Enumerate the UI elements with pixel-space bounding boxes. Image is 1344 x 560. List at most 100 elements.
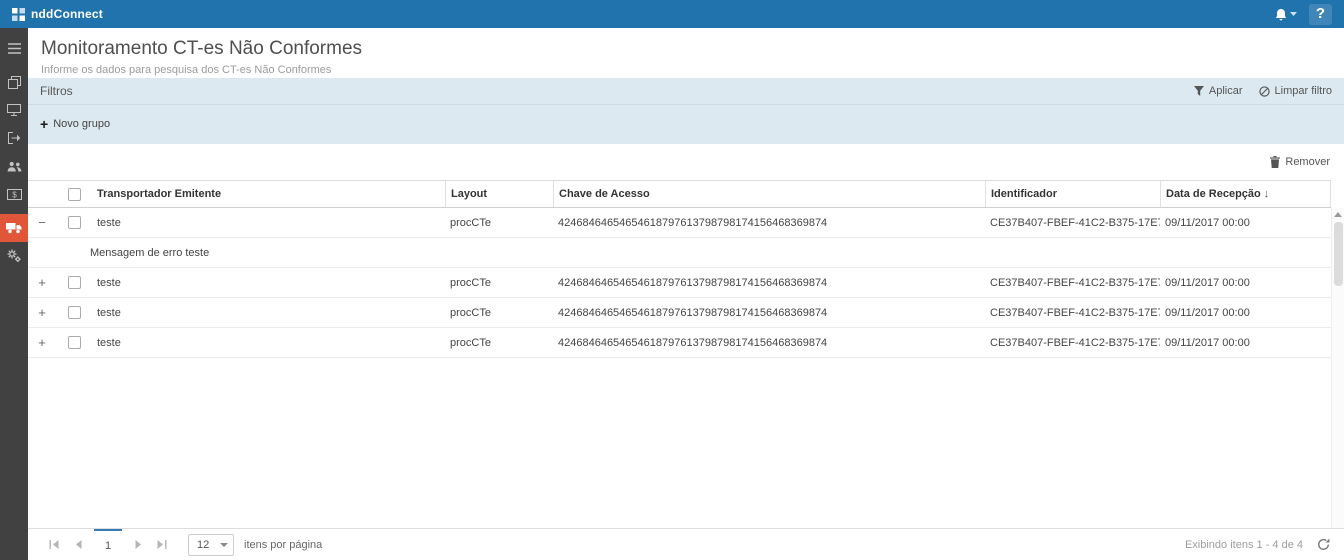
bell-icon: [1275, 8, 1287, 21]
cell-layout: procCTe: [445, 208, 553, 237]
cell-identificador: CE37B407-FBEF-41C2-B375-17E71DFDC92F: [985, 328, 1160, 357]
prev-page-button[interactable]: [66, 529, 90, 560]
truck-icon: [6, 222, 22, 234]
row-checkbox[interactable]: [68, 216, 81, 229]
cell-identificador: CE37B407-FBEF-41C2-B375-17E71DFDC92F: [985, 268, 1160, 297]
clear-filter-button[interactable]: Limpar filtro: [1259, 85, 1332, 97]
cell-data-recepcao: 09/11/2017 00:00: [1160, 208, 1331, 237]
row-checkbox[interactable]: [68, 336, 81, 349]
circle-slash-icon: [1259, 86, 1270, 97]
sidebar-item-settings[interactable]: [0, 242, 28, 270]
chevron-down-icon: [1290, 12, 1297, 17]
topbar: nddConnect ?: [0, 0, 1344, 28]
cell-layout: procCTe: [445, 298, 553, 327]
clear-filter-label: Limpar filtro: [1275, 85, 1332, 97]
items-per-page-label: itens por página: [244, 539, 322, 551]
scroll-up-icon[interactable]: [1334, 212, 1342, 217]
collapse-toggle[interactable]: −: [38, 216, 46, 229]
vertical-scrollbar[interactable]: [1331, 208, 1344, 528]
trash-icon: [1270, 156, 1280, 168]
cell-transportador: teste: [92, 268, 445, 297]
table-row[interactable]: + teste procCTe 424684646546546187976137…: [28, 268, 1331, 298]
sidebar-item-documents[interactable]: [0, 68, 28, 96]
cell-chave: 4246846465465461879761379879817415646836…: [553, 298, 985, 327]
notifications-button[interactable]: [1269, 4, 1303, 25]
remove-button[interactable]: Remover: [1270, 156, 1330, 168]
cell-transportador: teste: [92, 208, 445, 237]
column-header-chave[interactable]: Chave de Acesso: [553, 181, 985, 207]
expand-toggle[interactable]: +: [38, 306, 46, 319]
new-group-label: Novo grupo: [53, 118, 110, 130]
column-header-data-recepcao[interactable]: Data de Recepção ↓: [1160, 181, 1331, 207]
expand-toggle[interactable]: +: [38, 336, 46, 349]
chevron-down-icon: [220, 543, 228, 547]
column-header-select: [56, 181, 92, 207]
column-header-layout[interactable]: Layout: [445, 181, 553, 207]
sidebar-item-menu[interactable]: [0, 34, 28, 62]
gears-icon: [7, 249, 21, 263]
sidebar-item-export[interactable]: [0, 124, 28, 152]
menu-icon: [8, 43, 21, 54]
cell-data-recepcao: 09/11/2017 00:00: [1160, 268, 1331, 297]
filters-panel: Filtros Aplicar: [28, 78, 1344, 144]
table-row[interactable]: + teste procCTe 424684646546546187976137…: [28, 328, 1331, 358]
users-icon: [7, 161, 22, 172]
column-header-transportador[interactable]: Transportador Emitente: [92, 181, 445, 207]
cell-chave: 4246846465465461879761379879817415646836…: [553, 268, 985, 297]
banknote-icon: $: [7, 189, 22, 200]
page-number-button[interactable]: 1: [94, 529, 122, 560]
apply-filter-label: Aplicar: [1209, 85, 1243, 97]
monitor-icon: [7, 104, 21, 116]
cell-transportador: teste: [92, 298, 445, 327]
funnel-icon: [1194, 86, 1204, 96]
expand-toggle[interactable]: +: [38, 276, 46, 289]
cell-chave: 4246846465465461879761379879817415646836…: [553, 328, 985, 357]
header-checkbox[interactable]: [68, 188, 81, 201]
row-checkbox[interactable]: [68, 306, 81, 319]
cell-transportador: teste: [92, 328, 445, 357]
column-header-identificador[interactable]: Identificador: [985, 181, 1160, 207]
page-size-value: 12: [197, 539, 209, 551]
page-subtitle: Informe os dados para pesquisa dos CT-es…: [41, 64, 1344, 76]
brand: nddConnect: [12, 7, 103, 21]
main-content: Monitoramento CT-es Não Conformes Inform…: [28, 28, 1344, 560]
plus-icon: +: [40, 119, 48, 129]
sort-desc-icon: ↓: [1264, 188, 1270, 200]
cell-identificador: CE37B407-FBEF-41C2-B375-17E71DFDC92F: [985, 298, 1160, 327]
cell-identificador: CE37B407-FBEF-41C2-B375-17E71DFDC92F: [985, 208, 1160, 237]
new-group-button[interactable]: + Novo grupo: [40, 118, 110, 130]
refresh-button[interactable]: [1317, 538, 1330, 551]
svg-text:$: $: [12, 190, 17, 199]
table-row[interactable]: − teste procCTe 424684646546546187976137…: [28, 208, 1331, 238]
sidebar: $: [0, 28, 28, 560]
cell-chave: 4246846465465461879761379879817415646836…: [553, 208, 985, 237]
sidebar-item-monitor[interactable]: [0, 96, 28, 124]
cell-data-recepcao: 09/11/2017 00:00: [1160, 298, 1331, 327]
sidebar-item-billing[interactable]: $: [0, 180, 28, 208]
pager-status: Exibindo itens 1 - 4 de 4: [1185, 539, 1303, 551]
ndd-logo-icon: [12, 8, 25, 21]
table-row[interactable]: + teste procCTe 424684646546546187976137…: [28, 298, 1331, 328]
scrollbar-thumb[interactable]: [1334, 222, 1343, 286]
column-header-data-label: Data de Recepção: [1166, 188, 1261, 200]
grid-header-row: Transportador Emitente Layout Chave de A…: [28, 180, 1331, 208]
row-checkbox[interactable]: [68, 276, 81, 289]
next-page-button[interactable]: [126, 529, 150, 560]
first-page-button[interactable]: [42, 529, 66, 560]
export-icon: [8, 132, 21, 144]
cell-data-recepcao: 09/11/2017 00:00: [1160, 328, 1331, 357]
help-button[interactable]: ?: [1309, 4, 1332, 25]
row-detail-message: Mensagem de erro teste: [28, 238, 1331, 268]
sidebar-item-cte-monitoring[interactable]: [0, 214, 28, 242]
page-size-select[interactable]: 12: [188, 534, 234, 556]
sidebar-item-users[interactable]: [0, 152, 28, 180]
copy-icon: [8, 76, 21, 89]
brand-name: nddConnect: [31, 7, 103, 21]
cell-layout: procCTe: [445, 328, 553, 357]
filters-title: Filtros: [40, 84, 73, 98]
last-page-button[interactable]: [150, 529, 174, 560]
remove-label: Remover: [1285, 156, 1330, 168]
apply-filter-button[interactable]: Aplicar: [1194, 85, 1243, 97]
cell-layout: procCTe: [445, 268, 553, 297]
pagination-bar: 1 12 itens por página Exibindo itens 1 -…: [28, 528, 1344, 560]
